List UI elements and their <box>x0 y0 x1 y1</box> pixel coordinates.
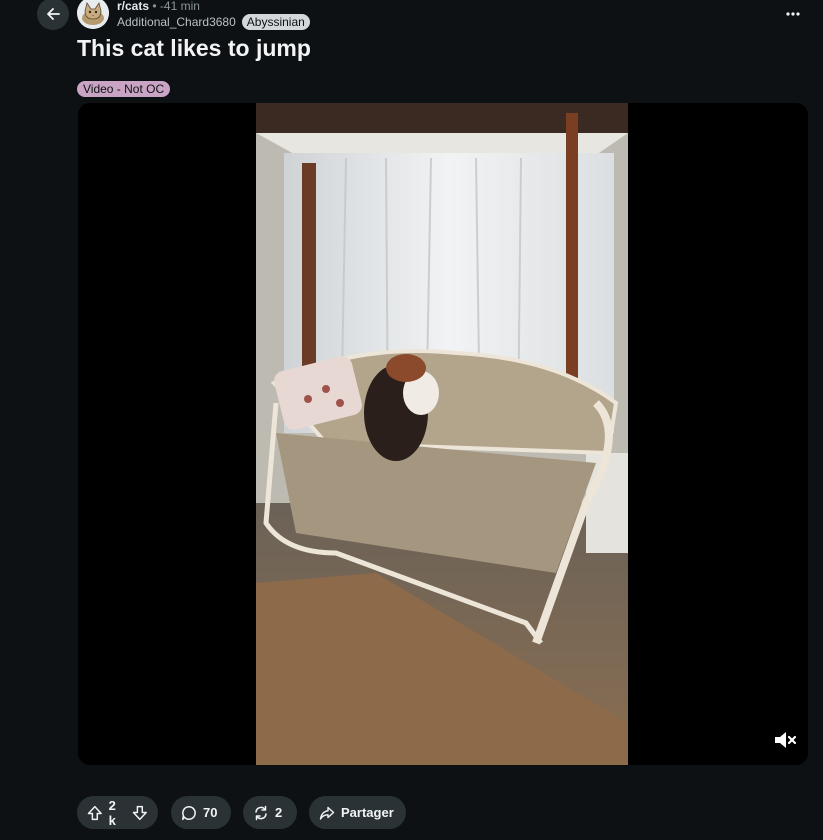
crosspost-icon <box>255 805 267 820</box>
cat-avatar-icon <box>77 0 109 29</box>
back-arrow-icon <box>47 8 60 20</box>
share-icon <box>319 806 335 820</box>
more-icon <box>786 12 800 16</box>
subreddit-link[interactable]: r/cats <box>117 0 149 13</box>
downvote-icon[interactable] <box>132 805 148 821</box>
post-meta: r/cats • -41 min <box>117 0 200 13</box>
vote-bar: 2 k <box>77 796 158 829</box>
vote-count: 2 k <box>108 797 116 828</box>
mute-toggle-button[interactable] <box>772 728 798 752</box>
meta-separator: • <box>152 0 157 13</box>
author-flair: Abyssinian <box>241 14 310 30</box>
comments-button[interactable]: 70 <box>171 796 231 829</box>
back-button[interactable] <box>37 0 69 30</box>
video-player[interactable] <box>78 103 808 765</box>
post-time: -41 min <box>159 0 200 13</box>
comment-count: 70 <box>203 805 218 820</box>
subreddit-avatar[interactable] <box>77 0 109 29</box>
share-label: Partager <box>341 805 394 820</box>
post-title[interactable]: This cat likes to jump <box>77 33 311 63</box>
share-button[interactable]: Partager <box>309 796 406 829</box>
post-flair[interactable]: Video - Not OC <box>77 81 171 97</box>
muted-speaker-icon <box>775 732 797 748</box>
more-options-button[interactable] <box>781 4 805 24</box>
upvote-icon[interactable] <box>87 805 103 821</box>
author-line: Additional_Chard3680 Abyssinian <box>117 14 310 30</box>
comment-icon <box>182 805 196 820</box>
crosspost-count: 2 <box>275 805 283 820</box>
crosspost-button[interactable]: 2 <box>243 796 297 829</box>
author-link[interactable]: Additional_Chard3680 <box>117 14 236 30</box>
video-frame <box>256 103 628 765</box>
